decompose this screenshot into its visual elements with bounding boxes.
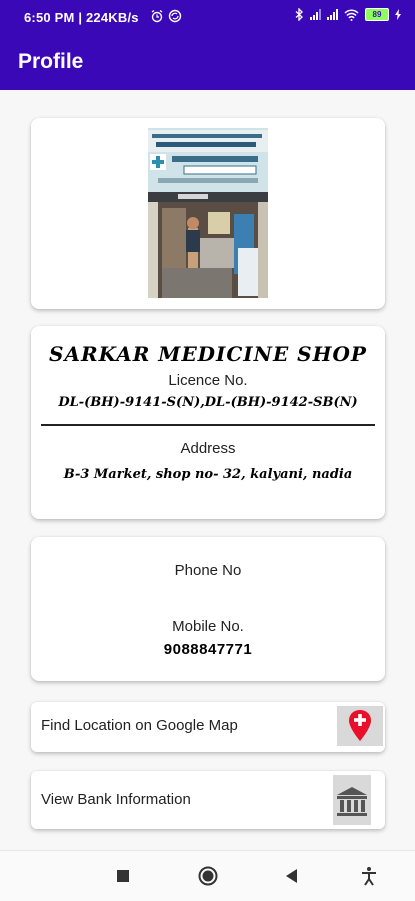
signal-icon [327, 9, 338, 20]
shop-name: SARKAR MEDICINE SHOP [49, 342, 367, 366]
contact-card: Phone No Mobile No. 9088847771 [31, 537, 385, 681]
back-button[interactable] [281, 865, 303, 887]
network-speed: 224KB/s [86, 10, 139, 25]
app-bar: Profile [0, 36, 415, 90]
address-value: B-3 Market, shop no- 32, kalyani, nadia [63, 467, 353, 482]
back-triangle-icon [286, 869, 297, 883]
shop-photo-image [148, 128, 268, 298]
home-circle-icon [198, 866, 218, 886]
licence-label: Licence No. [168, 372, 248, 389]
bank-button[interactable] [333, 775, 371, 825]
status-bar: 6:50 PM | 224KB/s 89 [0, 0, 415, 36]
shop-photo-card [31, 118, 385, 309]
bank-icon [337, 787, 367, 816]
system-nav-bar [0, 850, 415, 901]
map-pin-icon [349, 710, 371, 741]
address-label: Address [180, 440, 236, 457]
home-button[interactable] [197, 865, 219, 887]
clock-text: 6:50 PM [24, 10, 75, 25]
mobile-value[interactable]: 9088847771 [31, 641, 385, 658]
battery-icon: 89 [365, 8, 389, 21]
shop-info-card: SARKAR MEDICINE SHOP Licence No. DL-(BH)… [31, 326, 385, 519]
status-time: 6:50 PM | 224KB/s [24, 10, 139, 25]
find-location-label: Find Location on Google Map [41, 717, 238, 734]
recents-button[interactable] [112, 865, 134, 887]
map-pin-button[interactable] [337, 706, 383, 746]
accessibility-button[interactable] [358, 865, 380, 887]
licence-value: DL-(BH)-9141-S(N),DL-(BH)-9142-SB(N) [58, 395, 358, 410]
find-location-button[interactable]: Find Location on Google Map [31, 702, 385, 752]
phone-label: Phone No [174, 562, 242, 579]
view-bank-info-button[interactable]: View Bank Information [31, 771, 385, 829]
signal-icon [310, 9, 321, 20]
bluetooth-icon [295, 8, 303, 21]
accessibility-icon [362, 867, 376, 886]
recents-square-icon [117, 870, 129, 882]
alarm-icon [151, 9, 163, 23]
page-title: Profile [18, 50, 84, 73]
mobile-label: Mobile No. [172, 618, 244, 635]
charging-icon [395, 9, 401, 20]
wifi-icon [344, 8, 359, 21]
sync-icon [168, 9, 182, 23]
divider [41, 424, 375, 426]
bank-info-label: View Bank Information [41, 791, 191, 808]
shop-photo [148, 128, 268, 298]
